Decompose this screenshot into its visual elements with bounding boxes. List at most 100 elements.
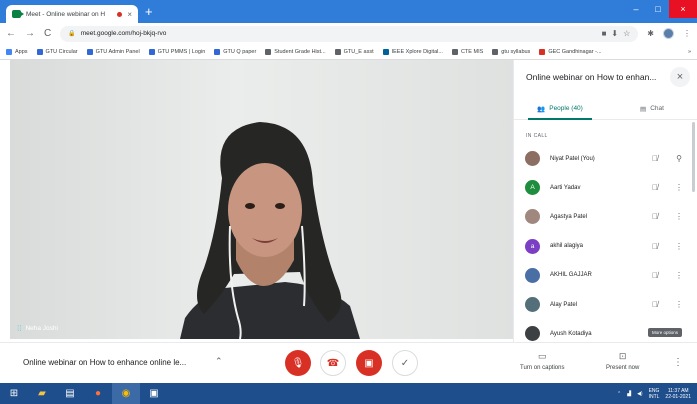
more-options-icon[interactable]: ⋮ (673, 357, 683, 368)
bookmark-icon (265, 48, 272, 55)
present-label: Present now (606, 365, 640, 371)
volume-icon[interactable]: ◀) (637, 391, 643, 397)
participant-name: Agastya Patel (550, 213, 588, 220)
bookmarks-overflow-button[interactable]: » (688, 49, 691, 55)
chrome-icon[interactable]: ◉ (112, 383, 140, 404)
captions-icon: ▭ (537, 351, 547, 361)
bookmark-icon (539, 48, 546, 55)
bookmark-icon (214, 48, 221, 55)
presenter-name-tag: ⁞⁞ Neha Joshi (17, 324, 58, 333)
participant-row[interactable]: Alay Patel 🎙̸ ⋮ (514, 290, 697, 319)
mic-muted-icon[interactable]: 🎙̸ (646, 271, 664, 280)
bookmark-label: CTE MIS (460, 48, 484, 55)
leave-call-button[interactable]: ☎ (320, 350, 346, 376)
mic-muted-icon[interactable]: 🎙̸ (646, 183, 664, 192)
more-options-icon[interactable]: ⋮ (670, 242, 688, 251)
install-icon[interactable]: ⬇ (611, 29, 618, 38)
panel-close-button[interactable]: × (670, 67, 690, 87)
bookmark-star-icon[interactable]: ☆ (623, 29, 630, 38)
window-close-button[interactable]: × (669, 0, 697, 18)
camera-off-icon: ▣ (364, 357, 374, 369)
mic-off-button[interactable]: 🎙 (285, 350, 311, 376)
minimize-button[interactable]: – (625, 0, 647, 18)
maximize-button[interactable]: □ (647, 0, 669, 18)
audio-level-icon: ⁞⁞ (17, 324, 22, 333)
tab-people-label: People (40) (549, 105, 583, 112)
language-indicator[interactable]: ENG INTL (649, 388, 660, 400)
bookmark-item[interactable]: Student Grade Hist... (265, 48, 326, 55)
panel-tabs: 👥 People (40) ▤ Chat (514, 98, 697, 120)
bookmark-item[interactable]: GEC Gandhinagar -... (539, 48, 602, 55)
firefox-icon[interactable]: ● (84, 383, 112, 404)
camera-indicator-icon[interactable]: ■ (602, 29, 607, 38)
lock-icon: 🔒 (68, 31, 76, 37)
extensions-icon[interactable]: ✱ (647, 29, 654, 38)
pin-icon[interactable]: ⚲ (670, 154, 688, 163)
participant-name: akhil alagiya (550, 243, 584, 250)
tab-chat-label: Chat (650, 105, 664, 112)
forward-button[interactable]: → (25, 28, 35, 39)
bookmark-item[interactable]: CTE MIS (451, 48, 484, 55)
browser-tab-strip: Meet - Online webinar on H × + – □ × (0, 0, 697, 23)
back-button[interactable]: ← (6, 28, 16, 39)
profile-avatar[interactable] (663, 28, 674, 39)
chrome-menu-icon[interactable]: ⋮ (683, 29, 691, 38)
chevron-up-icon[interactable]: ⌃ (215, 356, 223, 367)
browser-tab[interactable]: Meet - Online webinar on H × (6, 5, 138, 23)
more-options-icon[interactable]: ⋮ (670, 212, 688, 221)
file-explorer-icon[interactable]: ▰ (28, 383, 56, 404)
panel-title: Online webinar on How to enhan... (526, 72, 657, 82)
participant-row[interactable]: A Aarti Yadav 🎙̸ ⋮ (514, 173, 697, 202)
mic-muted-icon[interactable]: 🎙̸ (646, 242, 664, 251)
reload-button[interactable]: C (44, 28, 51, 39)
bookmark-label: Apps (15, 48, 28, 55)
tray-chevron-icon[interactable]: ⌃ (617, 391, 621, 397)
clock-date: 22-01-2021 (665, 393, 691, 400)
bookmark-item[interactable]: GTU_E asst (334, 48, 374, 55)
meet-favicon-icon (12, 10, 24, 18)
participant-name: Niyat Patel (You) (550, 155, 595, 162)
participant-row[interactable]: AKHIL GAJJAR 🎙̸ ⋮ (514, 261, 697, 290)
camera-off-button[interactable]: ▣ (356, 350, 382, 376)
presenter-video: ⁞⁞ Neha Joshi (10, 60, 513, 339)
panel-scrollbar[interactable] (692, 122, 695, 192)
bookmark-item[interactable]: gtu syllabus (492, 48, 530, 55)
more-options-icon[interactable]: ⋮ (670, 300, 688, 309)
bookmark-icon (492, 48, 499, 55)
check-button[interactable]: ✓ (392, 350, 418, 376)
participant-row[interactable]: a akhil alagiya 🎙̸ ⋮ (514, 232, 697, 261)
tab-chat[interactable]: ▤ Chat (606, 98, 697, 119)
mic-muted-icon[interactable]: 🎙̸ (646, 300, 664, 309)
bookmark-item[interactable]: IEEE Xplore Digital... (382, 48, 443, 55)
tab-close-button[interactable]: × (127, 10, 132, 19)
participant-row[interactable]: Agastya Patel 🎙̸ ⋮ (514, 202, 697, 231)
bookmark-item[interactable]: GTU PMMS | Login (148, 48, 205, 55)
bookmark-item[interactable]: Apps (6, 48, 28, 55)
mic-muted-icon[interactable]: 🎙̸ (646, 154, 664, 163)
start-icon[interactable]: ⊞ (0, 383, 28, 404)
participant-name: Alay Patel (550, 301, 578, 308)
bookmark-label: GTU Q paper (223, 48, 257, 55)
network-icon[interactable]: ▟ (627, 391, 631, 397)
bookmark-item[interactable]: GTU Q paper (214, 48, 257, 55)
omnibox[interactable]: 🔒 meet.google.com/hoj-bkjq-rvo ■ ⬇ ☆ (60, 25, 639, 42)
participant-list: Niyat Patel (You) 🎙̸ ⚲ A Aarti Yadav 🎙̸ ⋮ Agast… (514, 144, 697, 348)
bookmark-icon (6, 48, 12, 55)
bookmark-item[interactable]: GTU Circular (36, 48, 78, 55)
present-now-button[interactable]: ⊡ Present now (606, 351, 639, 371)
bookmark-item[interactable]: GTU Admin Panel (86, 48, 140, 55)
more-options-icon[interactable]: ⋮ (670, 271, 688, 280)
participant-avatar (525, 209, 540, 225)
this-pc-icon[interactable]: ▤ (56, 383, 84, 404)
participant-row[interactable]: Niyat Patel (You) 🎙̸ ⚲ (514, 144, 697, 173)
meeting-title[interactable]: Online webinar on How to enhance online … (23, 358, 186, 367)
app-icon[interactable]: ▣ (140, 383, 168, 404)
new-tab-button[interactable]: + (145, 4, 153, 19)
clock[interactable]: 11:37 AM 22-01-2021 (665, 388, 691, 400)
tab-people[interactable]: 👥 People (40) (514, 98, 606, 120)
more-options-icon[interactable]: ⋮ (670, 183, 688, 192)
captions-button[interactable]: ▭ Turn on captions (520, 351, 564, 371)
bookmark-label: IEEE Xplore Digital... (391, 48, 443, 55)
mic-off-icon: 🎙 (291, 357, 305, 369)
mic-muted-icon[interactable]: 🎙̸ (646, 212, 664, 221)
